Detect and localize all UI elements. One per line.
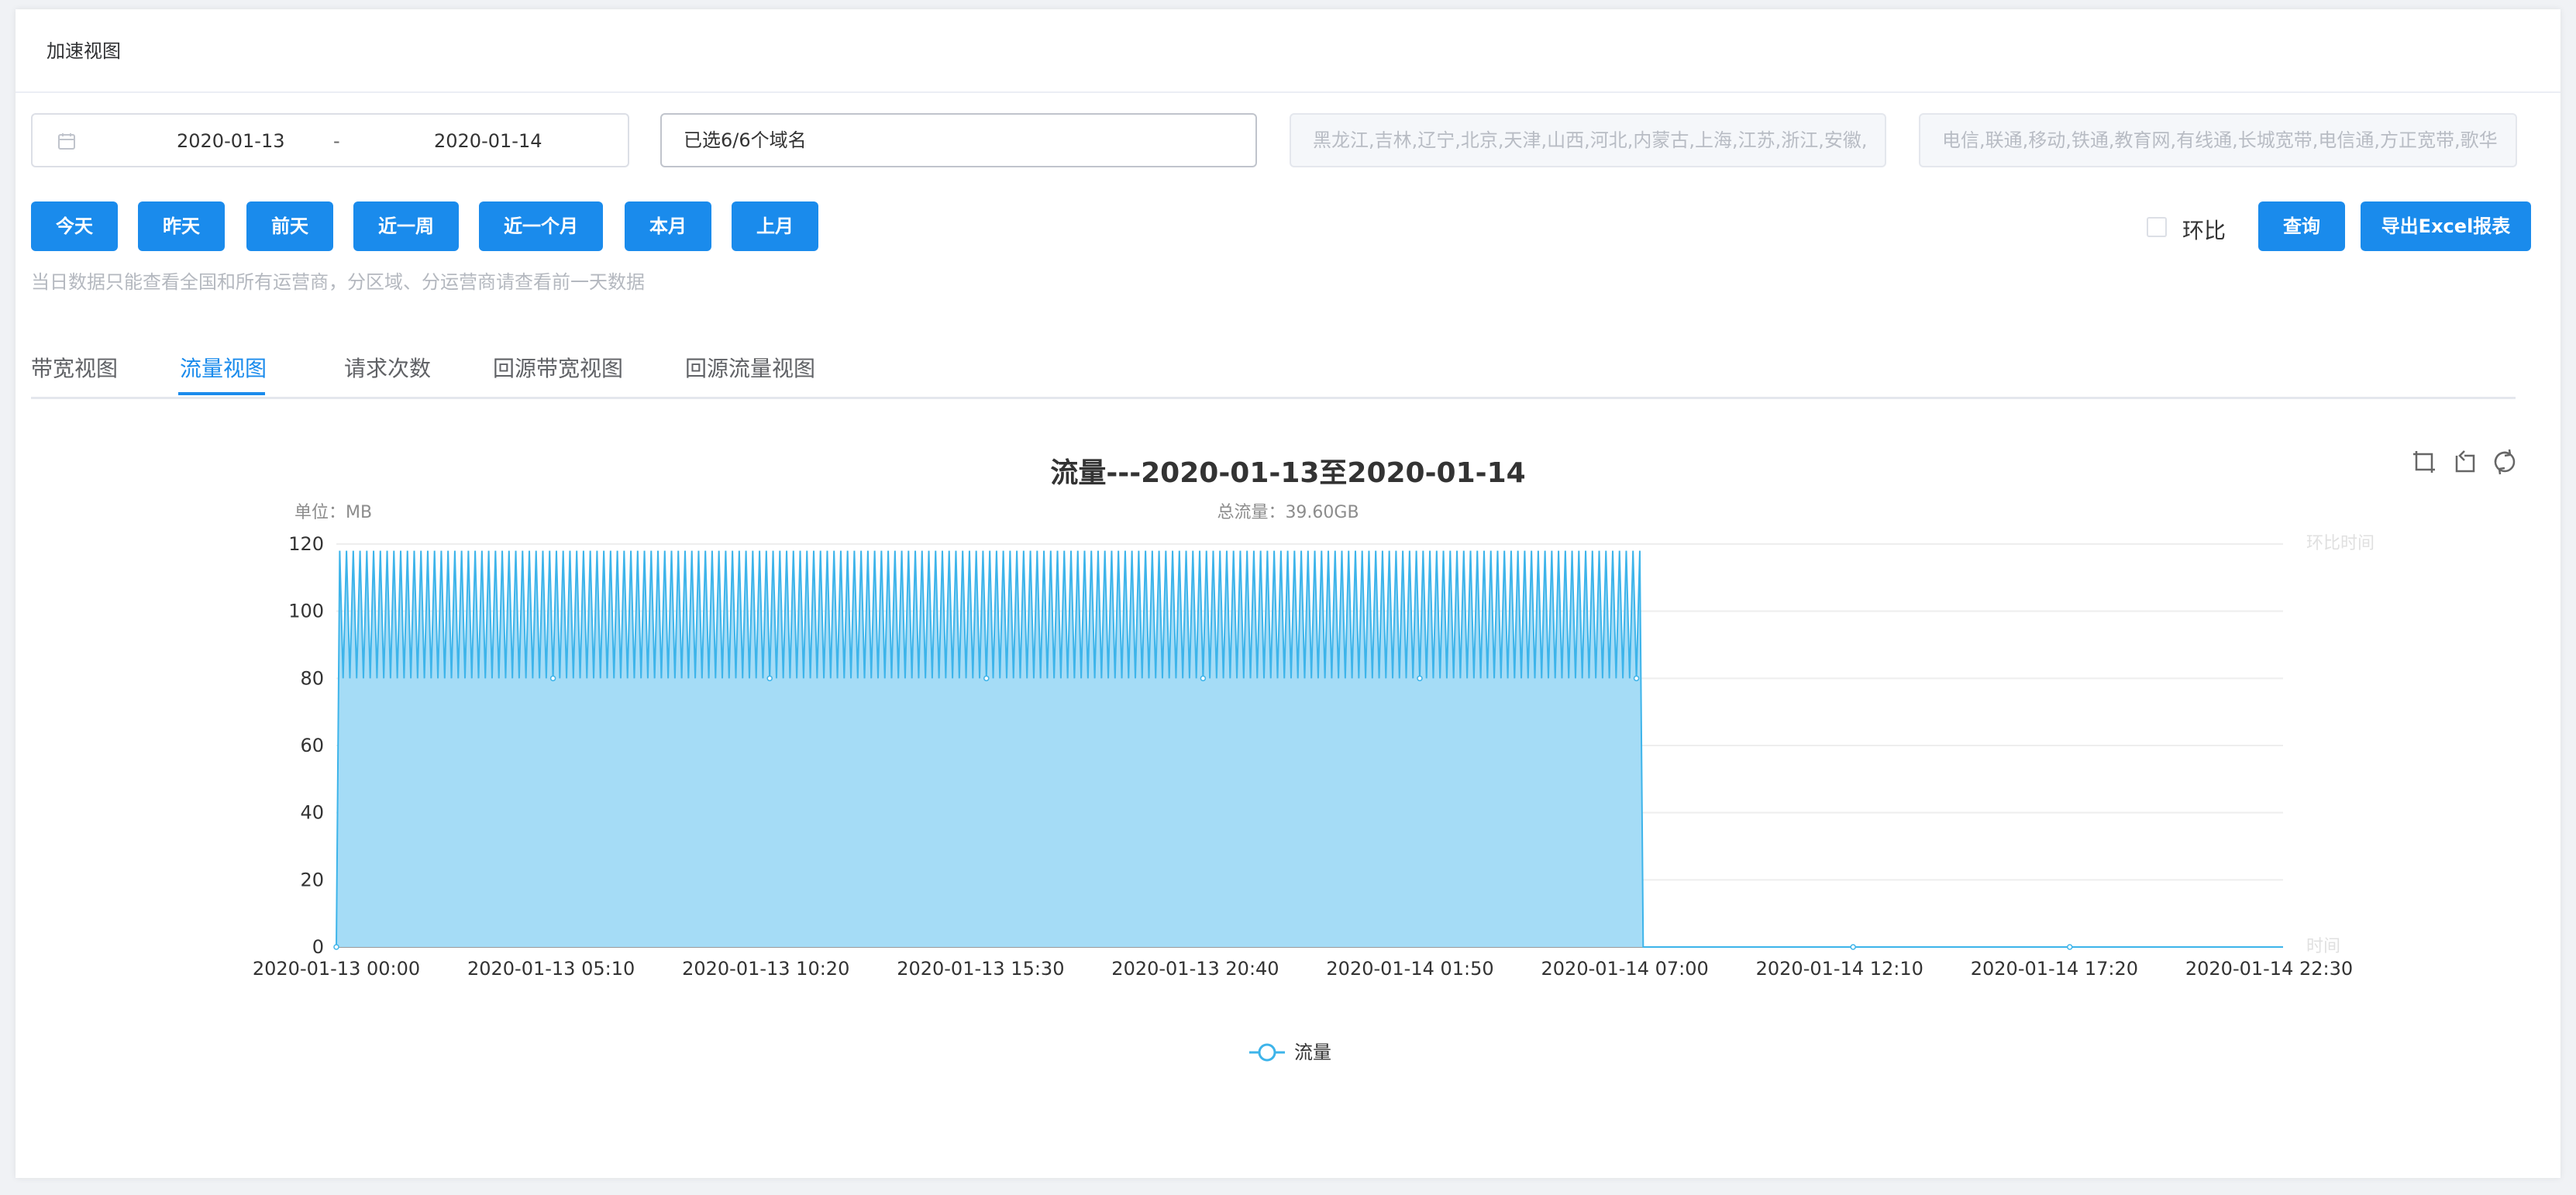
x-tick-label: 2020-01-14 01:50 bbox=[1326, 958, 1493, 980]
y-tick-label: 20 bbox=[300, 869, 324, 890]
x-tick-label: 2020-01-14 12:10 bbox=[1756, 958, 1923, 980]
y-tick-label: 80 bbox=[300, 667, 324, 689]
y-tick-label: 40 bbox=[300, 802, 324, 824]
x-tick-label: 2020-01-14 07:00 bbox=[1541, 958, 1709, 980]
series-point bbox=[766, 675, 773, 682]
series-point bbox=[1200, 675, 1207, 682]
secondary-axis-label: 环比时间 bbox=[2306, 534, 2375, 553]
x-tick-label: 2020-01-14 17:20 bbox=[1971, 958, 2138, 980]
y-tick-label: 60 bbox=[300, 735, 324, 756]
legend[interactable]: 流量 bbox=[1249, 1042, 1331, 1063]
x-tick-label: 2020-01-13 05:10 bbox=[467, 958, 635, 980]
chart-unit-label: 单位：MB bbox=[294, 503, 372, 522]
x-tick-label: 2020-01-13 15:30 bbox=[897, 958, 1064, 980]
x-tick-label: 2020-01-13 10:20 bbox=[682, 958, 849, 980]
y-tick-label: 120 bbox=[288, 533, 324, 555]
x-axis-label: 时间 bbox=[2306, 937, 2340, 956]
x-tick-label: 2020-01-13 20:40 bbox=[1111, 958, 1279, 980]
legend-marker-icon bbox=[1258, 1043, 1276, 1062]
series-point bbox=[333, 944, 339, 950]
series-point bbox=[549, 675, 556, 682]
series-point bbox=[1850, 944, 1856, 950]
x-tick-label: 2020-01-13 00:00 bbox=[253, 958, 420, 980]
y-tick-label: 100 bbox=[288, 601, 324, 622]
series-point bbox=[983, 675, 990, 682]
legend-series-name[interactable]: 流量 bbox=[1294, 1042, 1331, 1063]
chart-title: 流量---2020-01-13至2020-01-14 bbox=[1050, 457, 1525, 489]
series-point bbox=[2067, 944, 2073, 950]
chart-total-label: 总流量：39.60GB bbox=[1217, 503, 1359, 522]
traffic-chart: 流量---2020-01-13至2020-01-14 单位：MB 总流量：39.… bbox=[253, 457, 2375, 1063]
series-point bbox=[1633, 675, 1640, 682]
series-point bbox=[1417, 675, 1423, 682]
x-tick-label: 2020-01-14 22:30 bbox=[2185, 958, 2353, 980]
y-tick-label: 0 bbox=[312, 936, 324, 958]
